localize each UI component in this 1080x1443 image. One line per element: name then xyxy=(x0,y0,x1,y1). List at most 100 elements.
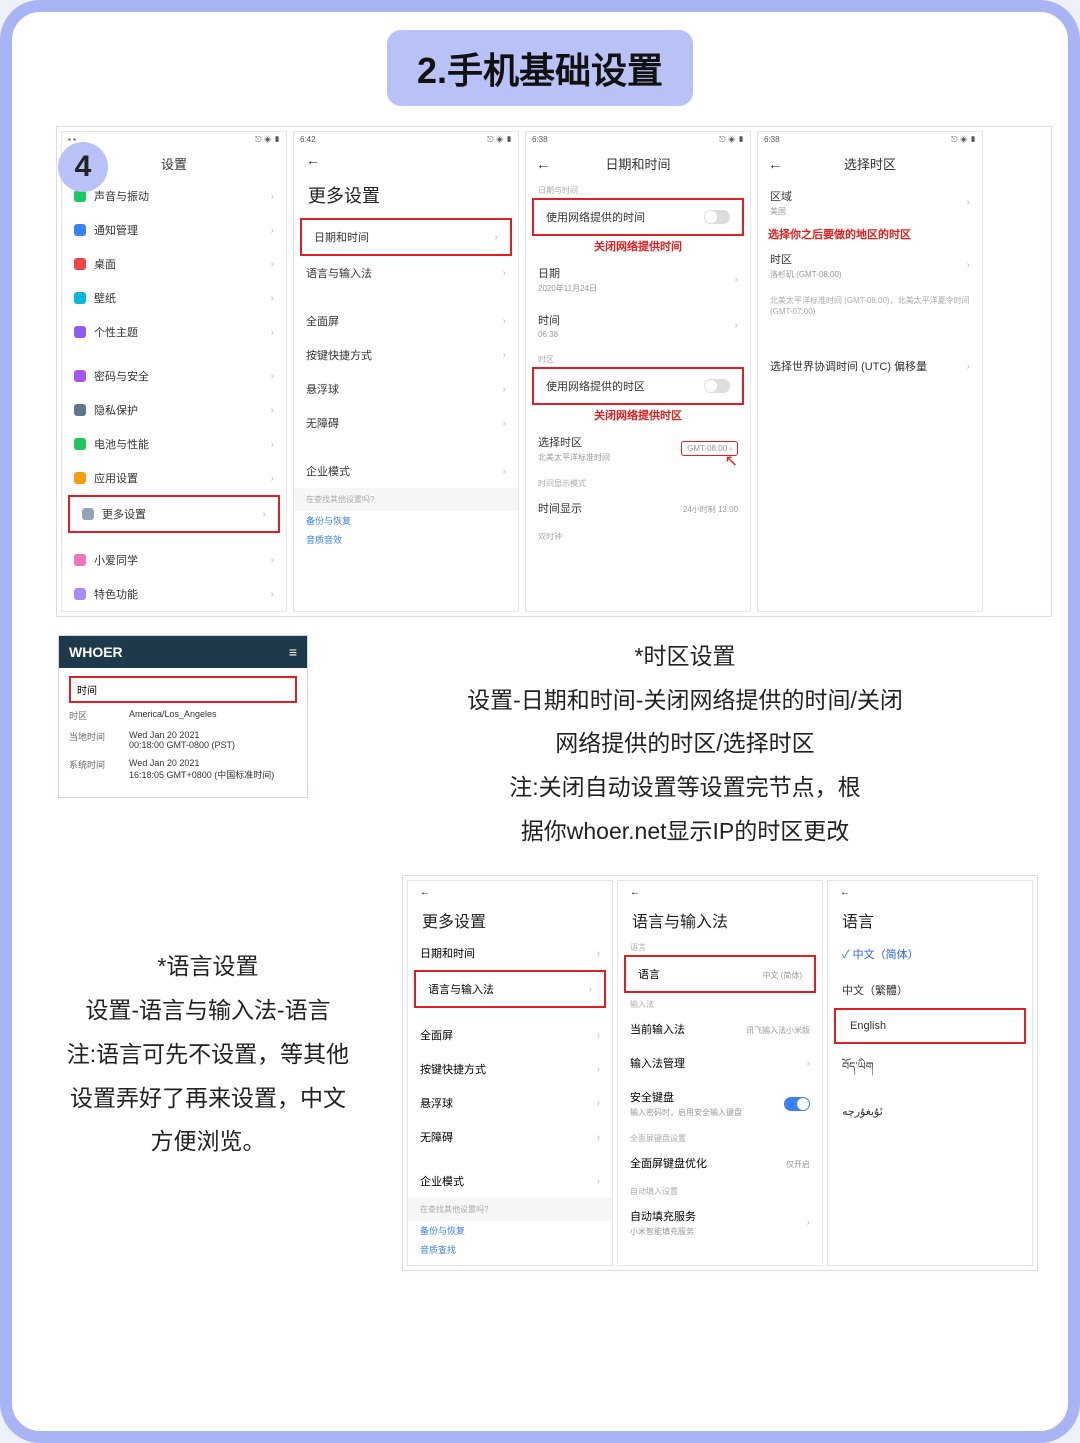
section-lang: 语言 xyxy=(618,936,822,955)
timezone-explain-text: *时区设置 设置-日期和时间-关闭网络提供的时间/关闭 网络提供的时区/选择时区… xyxy=(328,635,1052,853)
back-icon[interactable]: ← xyxy=(630,887,640,898)
item-safe-keyboard[interactable]: 安全键盘输入密码时，启用安全输入键盘 xyxy=(618,1080,822,1127)
item-floatball[interactable]: 悬浮球› xyxy=(408,1086,612,1120)
page-title: 2.手机基础设置 xyxy=(387,30,693,106)
item-notif[interactable]: 通知管理› xyxy=(62,213,286,247)
phone-more-settings: 6:42⎋ ◈ ▮ ← 更多设置 日期和时间› 语言与输入法› 全面屏› 按键快… xyxy=(293,131,519,612)
item-datetime[interactable]: 日期和时间› xyxy=(408,936,612,970)
annotation-close-net-tz: 关闭网络提供时区 xyxy=(526,405,750,425)
back-icon[interactable]: ← xyxy=(306,152,320,168)
back-icon[interactable]: ← xyxy=(768,156,782,172)
link-audio[interactable]: 音质音效 xyxy=(294,530,518,549)
item-datetime[interactable]: 日期和时间› xyxy=(302,220,510,254)
highlight-net-time: 使用网络提供的时间 xyxy=(532,198,744,236)
item-shortcuts[interactable]: 按键快捷方式› xyxy=(408,1052,612,1086)
section-datetime: 日期与时间 xyxy=(526,179,750,198)
item-xiaoai[interactable]: 小爱同学› xyxy=(62,543,286,577)
item-shortcuts[interactable]: 按键快捷方式› xyxy=(294,338,518,372)
item-fullkb-opt[interactable]: 全面屏键盘优化仅开启 xyxy=(618,1146,822,1180)
item-fullscreen[interactable]: 全面屏› xyxy=(408,1018,612,1052)
item-security[interactable]: 密码与安全› xyxy=(62,359,286,393)
link-backup[interactable]: 备份与恢复 xyxy=(294,511,518,530)
item-enterprise[interactable]: 企业模式› xyxy=(408,1164,612,1198)
tz-detail: 北美太平洋标准时间 (GMT-08:00)，北美太平洋夏令时间 (GMT-07:… xyxy=(758,289,982,319)
item-accessibility[interactable]: 无障碍› xyxy=(408,1120,612,1154)
whoer-row-sys: 系统时间Wed Jan 20 2021 16:18:05 GMT+0800 (中… xyxy=(69,754,297,785)
item-enterprise[interactable]: 企业模式› xyxy=(294,454,518,488)
toggle-net-tz[interactable]: 使用网络提供的时区 xyxy=(534,369,742,403)
section-dualclock: 双时钟 xyxy=(526,525,750,544)
whoer-row-tz: 时区America/Los_Angeles xyxy=(69,705,297,726)
lang-bo[interactable]: བོད་ཡིག xyxy=(828,1044,1032,1095)
toggle-net-time[interactable]: 使用网络提供的时间 xyxy=(534,200,742,234)
lang-ug[interactable]: ئۇيغۇرچە xyxy=(828,1095,1032,1128)
item-current-ime[interactable]: 当前输入法讯飞输入法小米版 xyxy=(618,1012,822,1046)
link-audio[interactable]: 音质查找 xyxy=(408,1240,612,1259)
link-backup[interactable]: 备份与恢复 xyxy=(408,1221,612,1240)
lang-zh-cn[interactable]: ✓ 中文（简体） xyxy=(828,936,1032,972)
highlight-more-settings: 更多设置› xyxy=(68,495,280,533)
phone-language-list: ← 语言 ✓ 中文（简体） 中文（繁體） English བོད་ཡིག ئۇي… xyxy=(827,880,1033,1266)
back-icon[interactable]: ← xyxy=(420,887,430,898)
settings-list: 声音与振动› 通知管理› 桌面› 壁纸› 个性主题› 密码与安全› 隐私保护› … xyxy=(62,179,286,611)
annotation-select-region: 选择你之后要做的地区的时区 xyxy=(758,226,982,242)
switch-icon[interactable] xyxy=(704,210,730,224)
screen-title: 更多设置 xyxy=(408,904,612,936)
footer-question: 在查找其他设置吗? xyxy=(408,1198,612,1221)
item-language-ime[interactable]: 语言与输入法› xyxy=(416,972,604,1006)
item-battery[interactable]: 电池与性能› xyxy=(62,427,286,461)
item-utc-offset[interactable]: 选择世界协调时间 (UTC) 偏移量› xyxy=(758,349,982,383)
item-fullscreen[interactable]: 全面屏› xyxy=(294,304,518,338)
screenshot-row-1: ▪ ▪⎋ ◈ ▮ 设置 声音与振动› 通知管理› 桌面› 壁纸› 个性主题› 密… xyxy=(56,126,1052,617)
item-wallpaper[interactable]: 壁纸› xyxy=(62,281,286,315)
annotation-close-net-time: 关闭网络提供时间 xyxy=(526,236,750,256)
item-autofill[interactable]: 自动填充服务小米智能填充服务› xyxy=(618,1199,822,1246)
section-ime: 输入法 xyxy=(618,993,822,1012)
phone-select-tz: 6:38⎋ ◈ ▮ ←选择时区 区域美国› 选择你之后要做的地区的时区 时区洛杉… xyxy=(757,131,983,612)
back-icon[interactable]: ← xyxy=(536,156,550,172)
switch-icon[interactable] xyxy=(784,1097,810,1111)
item-language-ime[interactable]: 语言与输入法› xyxy=(294,256,518,290)
section-display: 时间显示模式 xyxy=(526,472,750,491)
item-region[interactable]: 区域美国› xyxy=(758,179,982,226)
item-special[interactable]: 特色功能› xyxy=(62,577,286,611)
status-bar: 6:42⎋ ◈ ▮ xyxy=(294,132,518,148)
item-select-tz[interactable]: 选择时区北美太平洋标准时间 GMT-08:00 › ↖ xyxy=(526,425,750,472)
item-more-settings[interactable]: 更多设置› xyxy=(70,497,278,531)
screenshot-row-2: ← 更多设置 日期和时间› 语言与输入法› 全面屏› 按键快捷方式› 悬浮球› … xyxy=(402,875,1038,1271)
highlight-language: 语言中文 (简体) xyxy=(624,955,816,993)
screen-title: 语言与输入法 xyxy=(618,904,822,936)
item-accessibility[interactable]: 无障碍› xyxy=(294,406,518,440)
item-ime-manage[interactable]: 输入法管理› xyxy=(618,1046,822,1080)
item-time[interactable]: 时间06:38› xyxy=(526,303,750,348)
screen-title: 更多设置 xyxy=(294,172,518,218)
whoer-header: WHOER≡ xyxy=(59,636,307,668)
section-tz: 时区 xyxy=(526,348,750,367)
cursor-icon: ↖ xyxy=(725,451,738,471)
section-fullkb: 全面屏键盘设置 xyxy=(618,1127,822,1146)
item-time-display[interactable]: 时间显示24小时制 13:00 xyxy=(526,491,750,525)
lang-zh-tw[interactable]: 中文（繁體） xyxy=(828,972,1032,1008)
whoer-tab-time[interactable]: 时间 xyxy=(69,676,297,703)
status-bar: 6:38⎋ ◈ ▮ xyxy=(526,132,750,148)
phone-settings: ▪ ▪⎋ ◈ ▮ 设置 声音与振动› 通知管理› 桌面› 壁纸› 个性主题› 密… xyxy=(61,131,287,612)
item-floatball[interactable]: 悬浮球› xyxy=(294,372,518,406)
whoer-row-local: 当地时间Wed Jan 20 2021 00:18:00 GMT-0800 (P… xyxy=(69,726,297,754)
menu-icon[interactable]: ≡ xyxy=(289,644,297,660)
switch-icon[interactable] xyxy=(704,379,730,393)
highlight-english: English xyxy=(834,1008,1026,1044)
highlight-net-tz: 使用网络提供的时区 xyxy=(532,367,744,405)
tutorial-card: 2.手机基础设置 4 ▪ ▪⎋ ◈ ▮ 设置 声音与振动› 通知管理› 桌面› … xyxy=(0,0,1080,1443)
item-apps[interactable]: 应用设置› xyxy=(62,461,286,495)
screen-title: 语言 xyxy=(828,904,1032,936)
item-timezone[interactable]: 时区洛杉矶 (GMT-08:00)› xyxy=(758,242,982,289)
back-icon[interactable]: ← xyxy=(840,887,850,898)
screen-title: ←选择时区 xyxy=(758,148,982,179)
language-explain-text: *语言设置 设置-语言与输入法-语言 注:语言可先不设置，等其他 设置弄好了再来… xyxy=(28,875,388,1271)
lang-en[interactable]: English xyxy=(836,1010,1024,1042)
item-desktop[interactable]: 桌面› xyxy=(62,247,286,281)
item-theme[interactable]: 个性主题› xyxy=(62,315,286,349)
item-date[interactable]: 日期2020年11月24日› xyxy=(526,256,750,303)
item-privacy[interactable]: 隐私保护› xyxy=(62,393,286,427)
item-language[interactable]: 语言中文 (简体) xyxy=(626,957,814,991)
